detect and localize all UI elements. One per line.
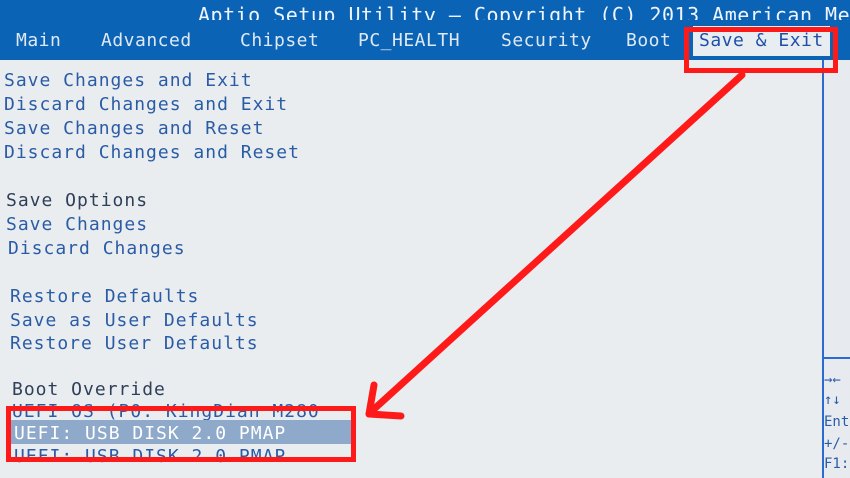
- hint-enter: Ent: [824, 414, 850, 430]
- tab-chipset[interactable]: Chipset: [240, 26, 319, 56]
- menu-discard-changes-exit[interactable]: Discard Changes and Exit: [4, 94, 288, 115]
- hint-change-option: +/-: [824, 436, 850, 452]
- menu-restore-user-defaults[interactable]: Restore User Defaults: [10, 333, 259, 354]
- tab-main[interactable]: Main: [16, 26, 61, 56]
- annotation-box-save-exit: [684, 27, 838, 73]
- tab-boot[interactable]: Boot: [626, 26, 671, 56]
- menu-discard-changes[interactable]: Discard Changes: [8, 238, 186, 259]
- menu-save-user-defaults[interactable]: Save as User Defaults: [10, 310, 259, 331]
- help-divider: [824, 357, 850, 359]
- section-boot-override: Boot Override: [12, 379, 166, 400]
- annotation-box-usb-boot: [6, 406, 356, 462]
- menu-save-changes[interactable]: Save Changes: [6, 214, 148, 235]
- menu-restore-defaults[interactable]: Restore Defaults: [10, 286, 199, 307]
- menu-save-changes-reset[interactable]: Save Changes and Reset: [4, 118, 264, 139]
- hint-select-item: ↑↓: [824, 392, 841, 408]
- tab-security[interactable]: Security: [501, 26, 592, 56]
- tab-pc-health[interactable]: PC_HEALTH: [358, 26, 460, 56]
- hint-select-screen: →←: [824, 372, 841, 388]
- menu-discard-changes-reset[interactable]: Discard Changes and Reset: [4, 142, 300, 163]
- tab-advanced[interactable]: Advanced: [101, 26, 192, 56]
- section-save-options: Save Options: [6, 190, 149, 211]
- menu-save-changes-exit[interactable]: Save Changes and Exit: [4, 70, 253, 91]
- hint-f1: F1:: [824, 456, 850, 472]
